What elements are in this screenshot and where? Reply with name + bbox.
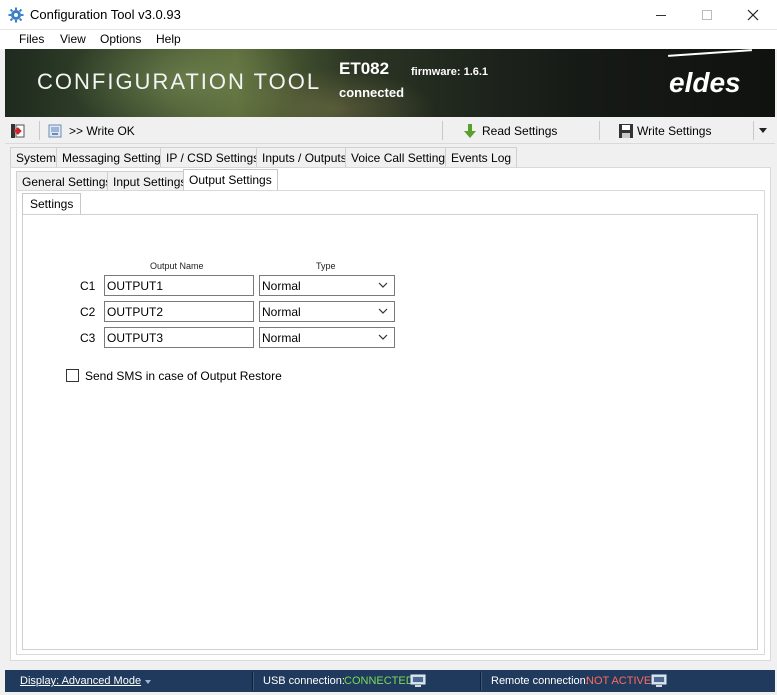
inner-tab-strip: Settings	[22, 193, 758, 217]
dropdown-arrow-icon	[145, 680, 151, 684]
maximize-icon	[702, 10, 712, 20]
close-button[interactable]	[730, 0, 776, 30]
tab-label: Inputs / Outputs	[262, 151, 347, 165]
status-separator	[480, 672, 482, 690]
chevron-down-icon	[378, 308, 388, 314]
minimize-button[interactable]	[638, 0, 684, 30]
minimize-icon	[656, 14, 666, 16]
download-arrow-icon	[464, 123, 476, 138]
menu-view[interactable]: View	[60, 32, 86, 46]
output-name-input-c1[interactable]	[104, 275, 254, 296]
title-bar: Configuration Tool v3.0.93	[0, 0, 777, 30]
tab-label: System	[16, 151, 57, 165]
tab-label: Events Log	[451, 151, 512, 165]
toolbar-separator	[599, 121, 600, 140]
write-status: >> Write OK	[46, 117, 135, 144]
display-mode-link[interactable]: Display: Advanced Mode	[20, 675, 141, 687]
device-icon	[48, 124, 62, 137]
read-settings-label: Read Settings	[482, 123, 558, 138]
write-settings-button[interactable]: Write Settings	[618, 117, 711, 144]
usb-connection-value: CONNECTED	[344, 675, 414, 687]
tab-inputs-outputs[interactable]: Inputs / Outputs	[256, 147, 353, 168]
tab-ip-csd-settings[interactable]: IP / CSD Settings	[160, 147, 266, 168]
write-settings-label: Write Settings	[637, 123, 712, 138]
gear-icon	[8, 7, 24, 23]
main-tab-strip: System Messaging Settings IP / CSD Setti…	[10, 147, 771, 168]
remote-connection-value: NOT ACTIVE	[586, 675, 652, 687]
tab-label: IP / CSD Settings	[166, 151, 260, 165]
tab-label: Output Settings	[189, 173, 272, 187]
tab-label: Settings	[30, 197, 74, 211]
tab-label: Voice Call Settings	[351, 151, 452, 165]
sub-tab-strip: General Settings Input Settings Output S…	[16, 169, 765, 193]
output-row-label: C2	[80, 305, 96, 319]
firmware-version: firmware: 1.6.1	[411, 66, 489, 78]
floppy-disk-icon	[619, 123, 633, 138]
output-name-input-c3[interactable]	[104, 327, 254, 348]
output-row-label: C3	[80, 331, 96, 345]
exit-button[interactable]	[9, 117, 27, 144]
maximize-button[interactable]	[684, 0, 730, 30]
toolbar-separator	[39, 121, 40, 140]
status-bar: Display: Advanced Mode USB connection: C…	[5, 670, 775, 692]
output-name-input-c2[interactable]	[104, 301, 254, 322]
window-title: Configuration Tool v3.0.93	[30, 7, 181, 22]
toolbar-separator	[442, 121, 443, 140]
header-banner: CONFIGURATION TOOL ET082 firmware: 1.6.1…	[5, 49, 775, 117]
output-name-header: Output Name	[150, 261, 204, 271]
menu-bar: Files View Options Help	[0, 30, 777, 49]
toolbar: >> Write OK Read Settings Write Settings	[5, 117, 775, 144]
select-value: Normal	[262, 278, 301, 293]
tab-system[interactable]: System	[10, 147, 63, 168]
output-type-select-c2[interactable]: Normal	[259, 301, 395, 322]
monitor-icon	[410, 674, 426, 687]
usb-connection-label: USB connection:	[263, 675, 345, 687]
tab-events-log[interactable]: Events Log	[445, 147, 518, 168]
select-value: Normal	[262, 330, 301, 345]
tab-label: Messaging Settings	[62, 151, 167, 165]
remote-connection-label: Remote connection:	[491, 675, 589, 687]
toolbar-separator	[753, 121, 754, 140]
tab-label: General Settings	[22, 175, 112, 189]
tab-general-settings[interactable]: General Settings	[16, 171, 118, 192]
device-connection-state: connected	[339, 85, 405, 100]
menu-options[interactable]: Options	[100, 32, 141, 46]
write-status-text: >> Write OK	[69, 123, 135, 138]
output-type-header: Type	[316, 261, 336, 271]
output-type-select-c1[interactable]: Normal	[259, 275, 395, 296]
monitor-icon	[651, 674, 667, 687]
tab-input-settings[interactable]: Input Settings	[107, 171, 193, 192]
output-type-select-c3[interactable]: Normal	[259, 327, 395, 348]
device-model: ET082	[339, 59, 390, 78]
toolbar-overflow-button[interactable]	[759, 117, 767, 144]
dropdown-arrow-icon	[759, 127, 767, 133]
status-separator	[252, 672, 254, 690]
product-title: CONFIGURATION TOOL	[37, 69, 322, 94]
restore-sms-checkbox[interactable]	[66, 369, 79, 382]
chevron-down-icon	[378, 334, 388, 340]
tab-label: Input Settings	[113, 175, 187, 189]
eldes-logo: eldes	[669, 67, 741, 98]
tab-voice-call-settings[interactable]: Voice Call Settings	[345, 147, 458, 168]
output-row-label: C1	[80, 279, 96, 293]
chevron-down-icon	[378, 282, 388, 288]
tab-messaging-settings[interactable]: Messaging Settings	[56, 147, 173, 168]
close-icon	[747, 9, 759, 21]
exit-icon	[11, 123, 25, 138]
logo-swoosh	[668, 49, 752, 57]
menu-help[interactable]: Help	[156, 32, 181, 46]
restore-sms-label: Send SMS in case of Output Restore	[85, 369, 282, 383]
read-settings-button[interactable]: Read Settings	[463, 117, 557, 144]
menu-files[interactable]: Files	[19, 32, 44, 46]
select-value: Normal	[262, 304, 301, 319]
